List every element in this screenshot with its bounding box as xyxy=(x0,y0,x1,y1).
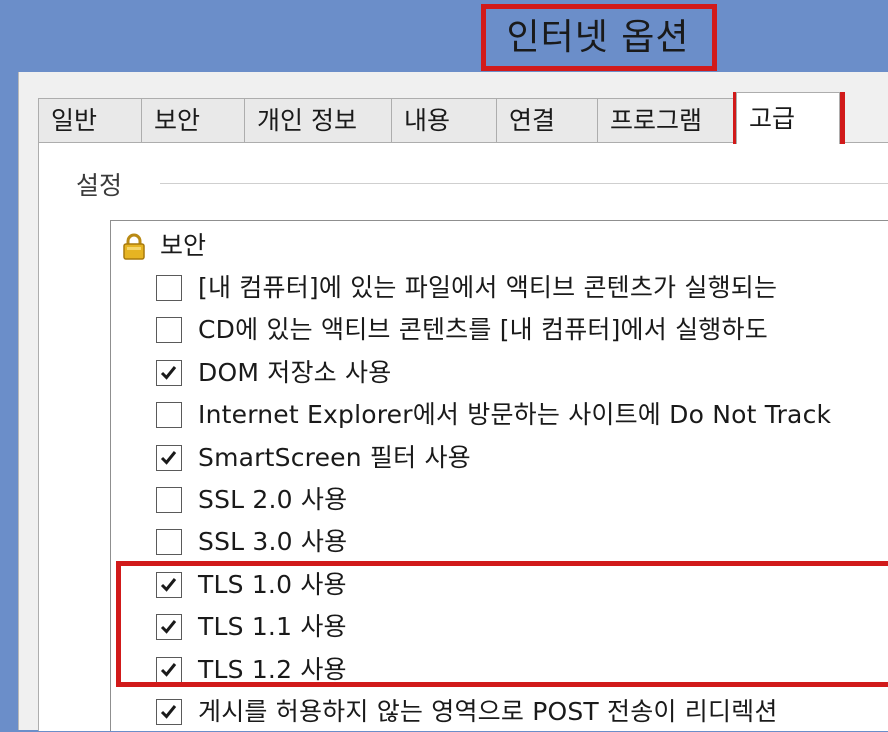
setting-item[interactable]: DOM 저장소 사용 xyxy=(156,353,888,393)
tab-programs[interactable]: 프로그램 xyxy=(597,98,737,142)
tab-general[interactable]: 일반 xyxy=(38,98,142,142)
checkmark-icon xyxy=(160,450,177,465)
checkbox-unchecked[interactable] xyxy=(156,317,182,344)
tab-security[interactable]: 보안 xyxy=(141,98,245,142)
setting-item[interactable]: SmartScreen 필터 사용 xyxy=(156,438,888,478)
setting-item-label: DOM 저장소 사용 xyxy=(198,357,392,387)
lock-icon xyxy=(120,232,148,260)
setting-item[interactable]: SSL 2.0 사용 xyxy=(156,480,888,520)
title-bar xyxy=(0,0,888,72)
checkbox-unchecked[interactable] xyxy=(156,529,182,556)
setting-item[interactable]: 게시를 허용하지 않는 영역으로 POST 전송이 리디렉션 xyxy=(156,692,888,732)
highlight-tls-items xyxy=(116,561,888,687)
setting-item[interactable]: CD에 있는 액티브 콘텐츠를 [내 컴퓨터]에서 실행하도 xyxy=(156,310,888,350)
checkbox-unchecked[interactable] xyxy=(156,402,182,429)
tab-advanced[interactable]: 고급 xyxy=(736,92,840,144)
setting-item[interactable]: Internet Explorer에서 방문하는 사이트에 Do Not Tra… xyxy=(156,395,888,435)
checkbox-unchecked[interactable] xyxy=(156,487,182,513)
checkbox-checked[interactable] xyxy=(156,699,182,725)
setting-item[interactable]: [내 컴퓨터]에 있는 파일에서 액티브 콘텐츠가 실행되는 xyxy=(156,268,888,308)
tab-content[interactable]: 내용 xyxy=(391,98,497,142)
setting-item-label: SmartScreen 필터 사용 xyxy=(198,442,471,472)
checkmark-icon xyxy=(160,705,177,719)
tab-connections[interactable]: 연결 xyxy=(496,98,598,142)
setting-item-label: SSL 2.0 사용 xyxy=(198,485,348,514)
setting-item-label: 게시를 허용하지 않는 영역으로 POST 전송이 리디렉션 xyxy=(198,697,778,726)
setting-item-label: SSL 3.0 사용 xyxy=(198,527,348,557)
setting-item-label: Internet Explorer에서 방문하는 사이트에 Do Not Tra… xyxy=(198,400,832,430)
highlight-title xyxy=(481,4,717,71)
checkbox-unchecked[interactable] xyxy=(156,275,182,301)
setting-item[interactable]: SSL 3.0 사용 xyxy=(156,522,888,562)
checkbox-checked[interactable] xyxy=(156,444,182,471)
category-label: 보안 xyxy=(160,231,207,260)
setting-item-label: [내 컴퓨터]에 있는 파일에서 액티브 콘텐츠가 실행되는 xyxy=(198,273,778,302)
settings-group-label: 설정 xyxy=(76,166,133,202)
setting-item-label: CD에 있는 액티브 콘텐츠를 [내 컴퓨터]에서 실행하도 xyxy=(198,315,768,345)
checkmark-icon xyxy=(160,365,177,380)
tab-privacy[interactable]: 개인 정보 xyxy=(244,98,392,142)
group-divider xyxy=(160,183,888,184)
checkbox-checked[interactable] xyxy=(156,359,182,386)
